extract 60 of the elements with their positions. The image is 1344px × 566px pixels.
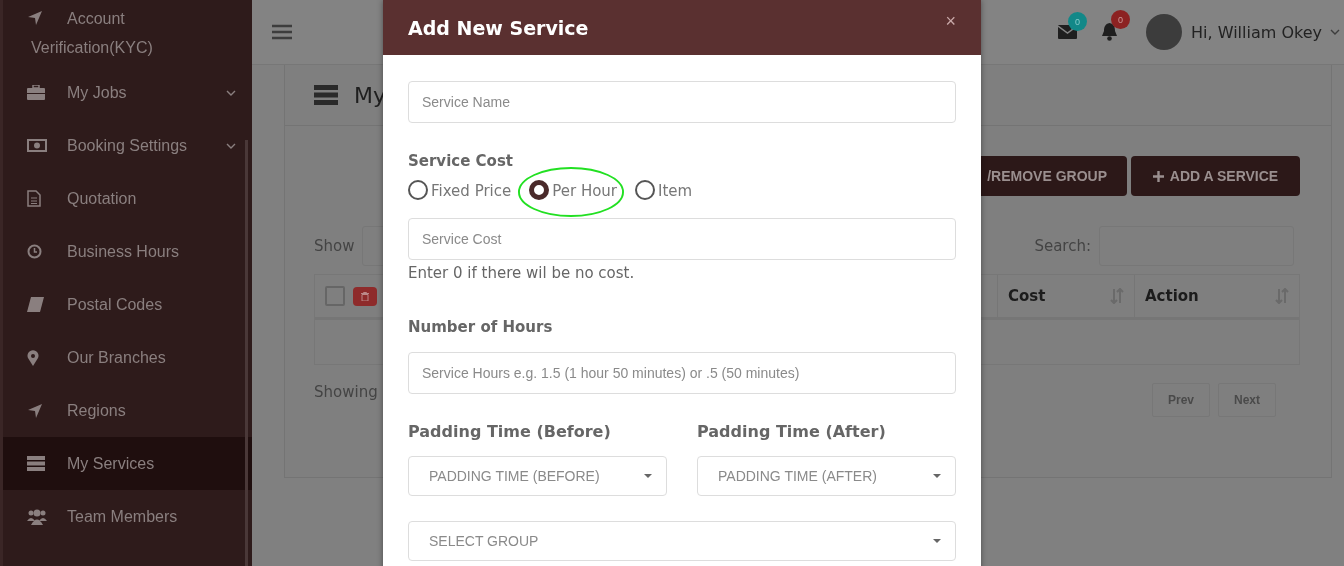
navigation-arrow-icon [27,10,43,26]
users-icon [27,508,47,525]
radio-option[interactable]: Fixed Price [408,182,512,200]
radio-button[interactable] [529,179,550,200]
sidebar-item[interactable]: Booking Settings [3,119,252,172]
count-badge: 0 [1068,12,1087,31]
radio-button[interactable] [635,179,656,200]
sidebar-item[interactable]: Regions [3,384,252,437]
sidebar-item[interactable]: Quotation [3,172,252,225]
caret-down-icon [644,474,652,478]
sidebar-item[interactable]: Postal Codes [3,278,252,331]
page-title: My [354,82,386,108]
map-pin-icon [27,349,39,366]
server-stack-icon [27,456,45,471]
radio-option[interactable]: Item [635,182,693,200]
navigation-arrow-icon [27,402,43,419]
sidebar-item[interactable]: Our Branches [3,331,252,384]
close-button[interactable]: × [945,11,956,32]
field-label: Number of Hours [408,318,554,336]
padding-time-select[interactable]: PADDING TIME (BEFORE) [408,456,667,496]
sidebar-item[interactable]: My Services [3,437,252,490]
banknote-icon [27,139,47,152]
field-label: Padding Time (Before) [408,422,612,441]
field-label: Service Cost [408,152,514,170]
column-header[interactable]: Cost [998,275,1135,317]
caret-down-icon [933,474,941,478]
service-cost-field[interactable]: Service Cost [408,218,956,260]
sidebar-item[interactable]: My Jobs [3,66,252,119]
clock-icon [27,244,42,259]
sidebar-item[interactable]: Team Members [3,490,252,543]
column-header[interactable]: Action [1135,275,1299,317]
padding-time-select[interactable]: PADDING TIME (AFTER) [697,456,956,496]
show-label: Show [314,237,355,255]
sidebar-item[interactable]: Business Hours [3,225,252,278]
count-badge: 0 [1111,10,1130,29]
briefcase-icon [27,85,45,100]
caret-down-icon [933,539,941,543]
modal-title: Add New Service [408,16,589,39]
service-hours-field[interactable]: Service Hours e.g. 1.5 (1 hour 50 minutes) or .5 (50 minutes) [408,352,956,394]
plus-icon [1152,170,1164,182]
delete-button[interactable] [353,286,377,306]
add-service-button[interactable]: ADD A SERVICE [1131,156,1300,196]
bell-icon[interactable] [1101,23,1118,41]
group-select[interactable]: SELECT GROUP [408,521,956,561]
trash-icon [361,291,369,301]
table-info: Showing [314,383,378,401]
book-icon [27,297,44,312]
search-label: Search: [1034,237,1091,255]
document-icon [27,190,41,207]
sidebar-item[interactable]: Account Verification(KYC) [3,2,252,66]
service-name-field[interactable]: Service Name [408,81,956,123]
checkbox[interactable] [325,286,345,306]
radio-button[interactable] [408,179,428,200]
help-text: Enter 0 if there wil be no cost. [408,264,636,282]
user-greeting[interactable]: Hi, William Okey [1191,22,1322,42]
menu-icon[interactable] [272,24,292,40]
avatar[interactable] [1146,14,1182,50]
chevron-down-icon[interactable] [1330,29,1340,35]
field-label: Padding Time (After) [697,422,887,441]
server-stack-icon [314,85,338,105]
